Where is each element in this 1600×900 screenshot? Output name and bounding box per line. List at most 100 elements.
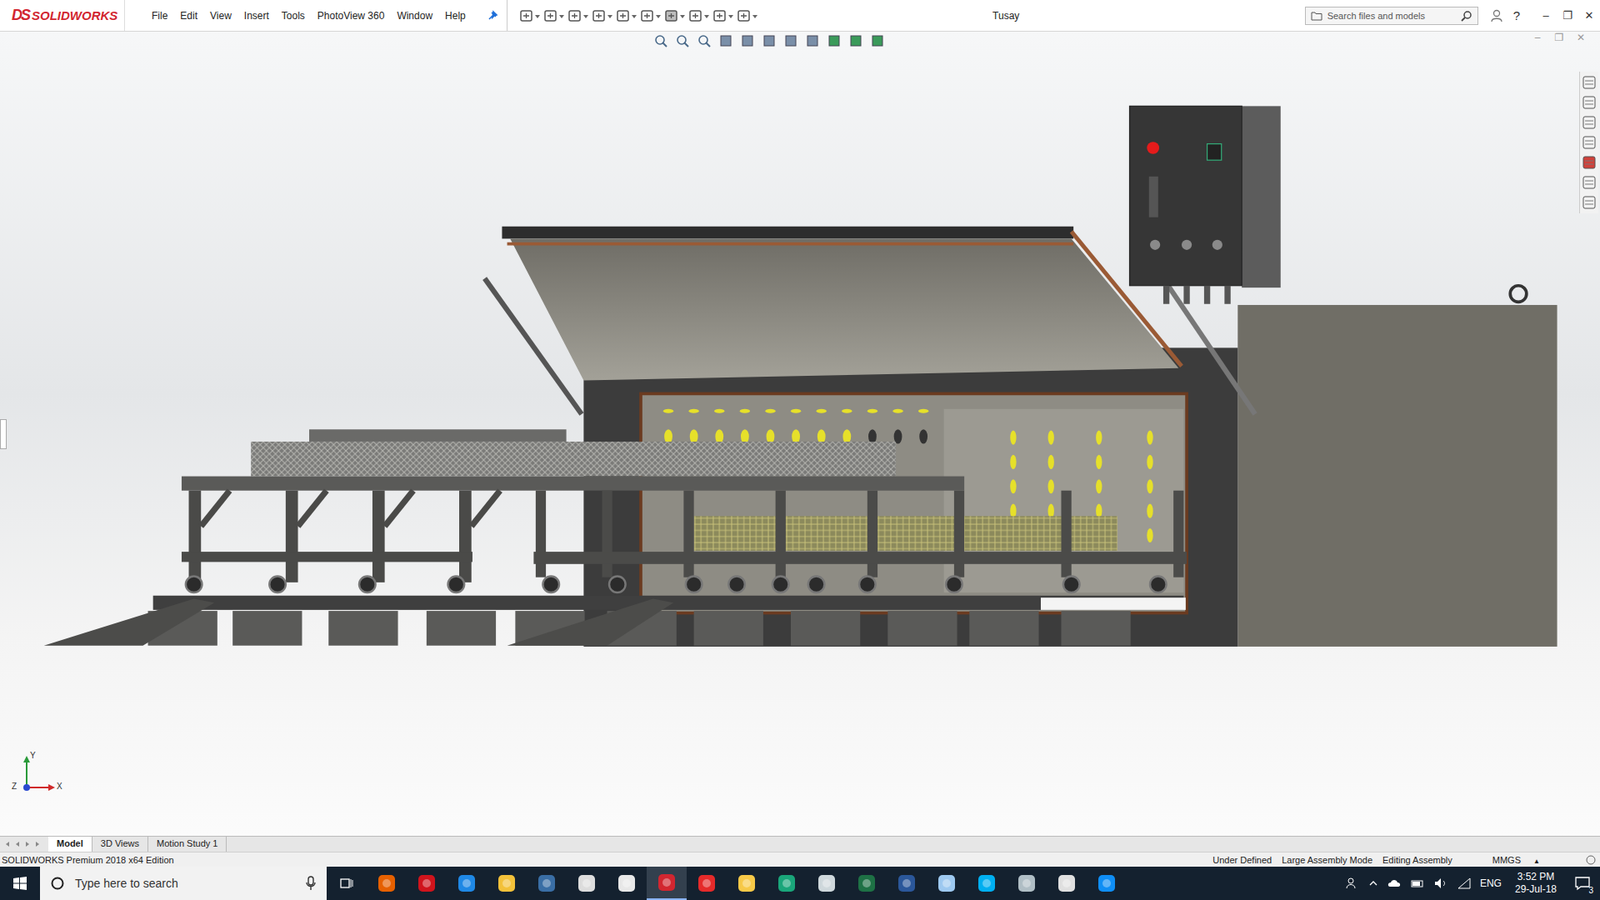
file-explorer-icon[interactable] bbox=[486, 866, 527, 900]
bottom-tab[interactable]: 3D Views bbox=[92, 836, 149, 852]
open-icon[interactable] bbox=[567, 8, 589, 24]
firefox-icon[interactable] bbox=[366, 866, 407, 900]
window-control-button[interactable]: ✕ bbox=[1578, 9, 1600, 22]
cloud-icon[interactable] bbox=[1386, 875, 1402, 891]
file-explorer-icon[interactable] bbox=[1581, 115, 1597, 130]
file-properties-icon[interactable] bbox=[712, 8, 734, 24]
acrobat-icon[interactable] bbox=[686, 866, 727, 900]
view-palette-icon[interactable] bbox=[1581, 135, 1597, 150]
help-button[interactable]: ? bbox=[1513, 8, 1520, 23]
home-icon[interactable] bbox=[519, 8, 540, 24]
view-settings-icon[interactable] bbox=[870, 33, 885, 49]
mail-icon[interactable] bbox=[606, 866, 647, 900]
wifi-icon[interactable] bbox=[1456, 875, 1472, 891]
side-cabinet[interactable] bbox=[1237, 285, 1557, 647]
volume-icon[interactable] bbox=[1433, 875, 1449, 891]
control-knob-icon[interactable] bbox=[1212, 240, 1223, 250]
viewport-control-button[interactable]: ✕ bbox=[1573, 31, 1589, 44]
menu-item[interactable]: Window bbox=[396, 10, 433, 22]
menu-item[interactable]: Insert bbox=[244, 10, 270, 22]
hide-show-icon[interactable] bbox=[805, 33, 820, 49]
feature-manager-handle[interactable] bbox=[0, 419, 7, 450]
previous-view-icon[interactable] bbox=[696, 33, 712, 49]
zoom-area-icon[interactable] bbox=[675, 33, 690, 49]
notepad-icon[interactable] bbox=[926, 866, 967, 900]
menu-item[interactable]: Edit bbox=[180, 10, 198, 22]
opera-icon[interactable] bbox=[406, 866, 447, 900]
menu-item[interactable]: Tools bbox=[281, 10, 305, 22]
viewport-control-button[interactable]: – bbox=[1530, 31, 1545, 44]
dynamic-annotation-icon[interactable] bbox=[740, 33, 755, 49]
bottom-tab[interactable]: Model bbox=[48, 836, 93, 852]
zoom-to-fit-icon[interactable] bbox=[653, 33, 669, 49]
save-icon[interactable] bbox=[591, 8, 613, 24]
edge-icon[interactable] bbox=[446, 866, 487, 900]
excel-icon[interactable] bbox=[846, 866, 887, 900]
start-button[interactable] bbox=[0, 875, 40, 891]
rebuild-status-icon[interactable] bbox=[1585, 854, 1597, 866]
photos-icon[interactable] bbox=[1046, 866, 1087, 900]
battery-icon[interactable] bbox=[1410, 875, 1425, 891]
task-view-icon[interactable] bbox=[326, 866, 367, 900]
sticky-notes-icon[interactable] bbox=[726, 866, 767, 900]
globe-app-icon[interactable] bbox=[766, 866, 807, 900]
display-style-icon[interactable] bbox=[783, 33, 799, 49]
emergency-stop-icon[interactable] bbox=[1146, 141, 1160, 155]
oven-assembly-model[interactable] bbox=[0, 31, 1600, 836]
solidworks-logo[interactable]: DSSOLIDWORKS bbox=[0, 0, 125, 31]
control-box[interactable] bbox=[1130, 105, 1281, 304]
clock[interactable]: 3:52 PM29-Jul-18 bbox=[1510, 870, 1562, 896]
show-hidden-icons-icon[interactable] bbox=[1368, 875, 1379, 891]
select-icon[interactable] bbox=[664, 8, 685, 24]
section-view-icon[interactable] bbox=[718, 33, 734, 49]
tab-scroll-arrow-icon[interactable] bbox=[23, 840, 32, 849]
options-gear-icon[interactable] bbox=[736, 8, 758, 24]
zalo-icon[interactable] bbox=[1086, 866, 1127, 900]
viewport-control-button[interactable]: ❐ bbox=[1551, 31, 1567, 44]
menu-item[interactable]: Help bbox=[445, 10, 466, 22]
rebuild-icon[interactable] bbox=[688, 8, 710, 24]
word-icon[interactable] bbox=[886, 866, 927, 900]
appearances-icon[interactable] bbox=[1581, 155, 1597, 170]
store-icon[interactable] bbox=[566, 866, 607, 900]
skype-icon[interactable] bbox=[966, 866, 1007, 900]
bottom-tab[interactable]: Motion Study 1 bbox=[148, 836, 227, 852]
search-box[interactable]: Search files and models bbox=[1305, 6, 1479, 25]
edit-appearance-icon[interactable] bbox=[826, 33, 842, 49]
custom-properties-icon[interactable] bbox=[1581, 175, 1597, 190]
browser-app-icon[interactable] bbox=[806, 866, 847, 900]
window-control-button[interactable]: ❐ bbox=[1556, 9, 1579, 22]
tab-scroll-arrow-icon[interactable] bbox=[33, 840, 42, 849]
view-orientation-icon[interactable] bbox=[761, 33, 777, 49]
lightroom-icon[interactable] bbox=[526, 866, 567, 900]
new-document-icon[interactable] bbox=[543, 8, 565, 24]
window-control-button[interactable]: – bbox=[1535, 9, 1557, 22]
resources-icon[interactable] bbox=[1581, 75, 1597, 90]
menu-item[interactable]: PhotoView 360 bbox=[317, 10, 385, 22]
reference-triad[interactable]: YZX bbox=[11, 752, 70, 800]
microphone-icon[interactable] bbox=[305, 875, 317, 891]
menu-item[interactable]: File bbox=[151, 10, 168, 22]
tab-scroll-arrow-icon[interactable] bbox=[3, 840, 12, 849]
people-icon[interactable] bbox=[1345, 875, 1360, 891]
action-center-button[interactable]: 3 bbox=[1570, 875, 1595, 892]
user-icon[interactable] bbox=[1490, 9, 1504, 23]
print-icon[interactable] bbox=[615, 8, 637, 24]
loading-table[interactable] bbox=[44, 429, 1187, 645]
menu-item[interactable]: View bbox=[210, 10, 232, 22]
tab-scroll-arrow-icon[interactable] bbox=[13, 840, 22, 849]
solidworks-icon[interactable] bbox=[646, 866, 687, 900]
magnifier-icon[interactable] bbox=[1460, 10, 1473, 22]
input-language[interactable]: ENG bbox=[1480, 877, 1502, 890]
apply-scene-icon[interactable] bbox=[848, 33, 864, 49]
forum-icon[interactable] bbox=[1581, 195, 1597, 210]
taskbar-search[interactable]: Type here to search bbox=[40, 866, 327, 900]
units-selector[interactable]: MMGS ▲ bbox=[1457, 855, 1552, 865]
graphics-area[interactable]: –❐ ✕ YZX bbox=[0, 31, 1600, 836]
undo-icon[interactable] bbox=[640, 8, 661, 24]
design-library-icon[interactable] bbox=[1581, 95, 1597, 110]
pin-icon[interactable] bbox=[486, 10, 499, 22]
control-knob-icon[interactable] bbox=[1181, 240, 1192, 250]
control-knob-icon[interactable] bbox=[1150, 240, 1160, 250]
bird-app-icon[interactable] bbox=[1006, 866, 1047, 900]
